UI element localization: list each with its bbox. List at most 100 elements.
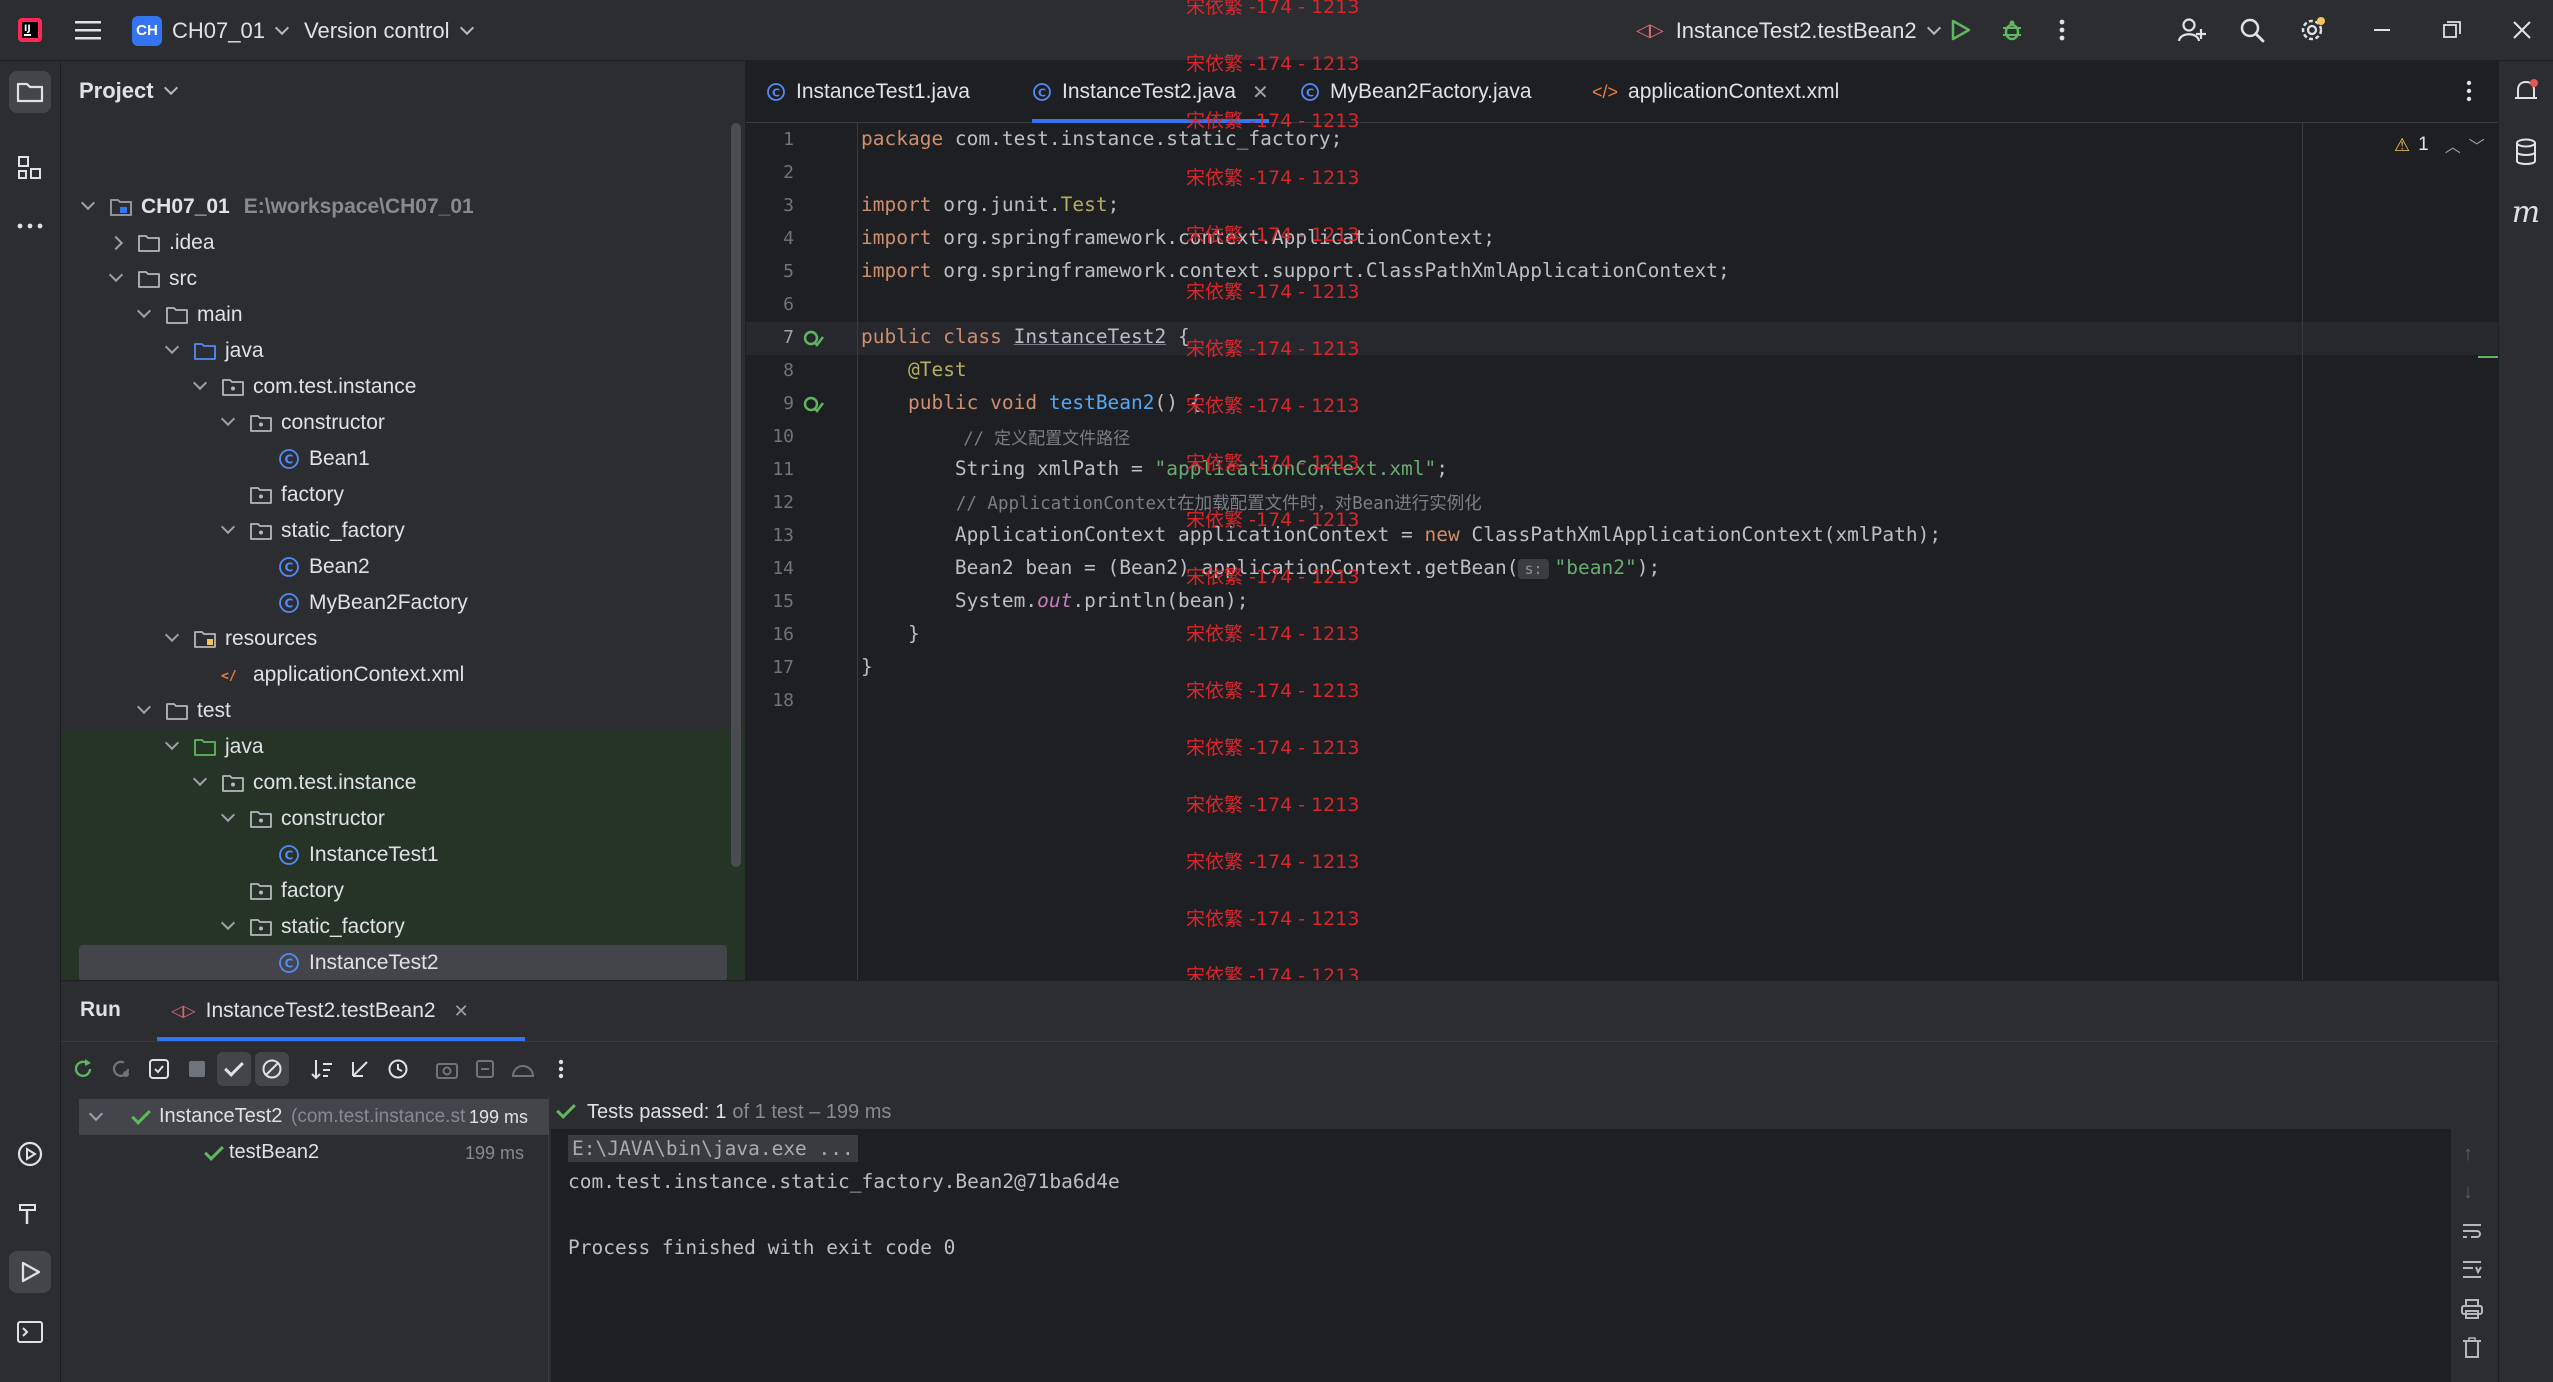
chevron-down-icon[interactable] — [220, 807, 236, 823]
tree-item-factory[interactable]: factory — [61, 873, 745, 909]
chevron-down-icon[interactable] — [220, 411, 236, 427]
inspection-widget[interactable]: ⚠ 1 ︿ ﹀ — [2394, 133, 2485, 157]
minimize-icon[interactable] — [2366, 14, 2398, 46]
scroll-to-end-icon[interactable] — [2461, 1259, 2483, 1284]
run-tool-icon[interactable] — [9, 1251, 51, 1293]
clear-all-icon[interactable] — [2462, 1337, 2482, 1364]
tree-item-src[interactable]: src — [61, 261, 745, 297]
tree-item-static-factory[interactable]: static_factory — [61, 909, 745, 945]
tree-item-bean1[interactable]: C Bean1 — [61, 441, 745, 477]
settings-icon[interactable] — [2296, 14, 2328, 46]
chevron-down-icon[interactable] — [136, 303, 152, 319]
chevron-down-icon[interactable] — [136, 699, 152, 715]
project-panel-header[interactable]: Project — [61, 61, 745, 121]
tree-item-mybean2factory[interactable]: C MyBean2Factory — [61, 585, 745, 621]
tree-item-instancetest1[interactable]: C InstanceTest1 — [61, 837, 745, 873]
maven-icon[interactable]: m — [2505, 191, 2547, 233]
project-selector[interactable]: CH CH07_01 — [132, 0, 290, 61]
project-folder-icon[interactable] — [9, 71, 51, 113]
chevron-down-icon[interactable] — [220, 519, 236, 535]
tab-instancetest1[interactable]: C InstanceTest1.java — [766, 61, 970, 123]
tree-item-applicationcontext-xml[interactable]: </ applicationContext.xml — [61, 657, 745, 693]
database-icon[interactable] — [2505, 131, 2547, 173]
toggle-auto-test-icon[interactable] — [142, 1052, 176, 1086]
stop-icon[interactable] — [180, 1052, 214, 1086]
tab-applicationcontext[interactable]: </> applicationContext.xml — [1592, 61, 1839, 123]
chevron-up-icon[interactable]: ︿ — [2445, 133, 2461, 157]
print-icon[interactable] — [2461, 1299, 2483, 1324]
run-icon[interactable] — [1944, 14, 1976, 46]
tree-item-ch07-01[interactable]: CH07_01 E:\workspace\CH07_01 — [61, 189, 745, 225]
tree-item-constructor[interactable]: constructor — [61, 405, 745, 441]
rerun-icon[interactable] — [66, 1052, 100, 1086]
chevron-down-icon[interactable] — [192, 375, 208, 391]
tree-item-test[interactable]: test — [61, 693, 745, 729]
chevron-down-icon[interactable] — [164, 627, 180, 643]
services-icon[interactable] — [9, 1133, 51, 1175]
version-control-menu[interactable]: Version control — [304, 0, 474, 61]
show-ignored-icon[interactable] — [255, 1052, 289, 1086]
arrow-down-icon[interactable]: ↓ — [2463, 1181, 2473, 1204]
notifications-icon[interactable] — [2505, 71, 2547, 113]
add-user-icon[interactable] — [2176, 14, 2208, 46]
hamburger-menu-icon[interactable] — [72, 14, 104, 46]
rerun-failed-icon[interactable] — [104, 1052, 138, 1086]
intellij-logo-icon[interactable]: IJ — [14, 14, 46, 46]
more-vertical-icon[interactable] — [544, 1052, 578, 1086]
tree-item-com-test-instance[interactable]: com.test.instance — [61, 369, 745, 405]
tree-item-java[interactable]: java — [61, 729, 745, 765]
terminal-icon[interactable] — [9, 1311, 51, 1353]
structure-icon[interactable] — [9, 147, 51, 189]
chevron-down-icon[interactable] — [192, 771, 208, 787]
chevron-down-icon[interactable] — [220, 915, 236, 931]
more-horizontal-icon[interactable] — [9, 205, 51, 247]
chevron-down-icon[interactable] — [108, 267, 124, 283]
test-history-icon[interactable] — [381, 1052, 415, 1086]
test-case-row[interactable]: testBean2 199 ms — [79, 1135, 549, 1171]
restore-icon[interactable] — [2436, 14, 2468, 46]
chevron-down-icon[interactable] — [80, 195, 96, 211]
project-scrollbar[interactable] — [731, 123, 741, 867]
tree-item-bean2[interactable]: C Bean2 — [61, 549, 745, 585]
debug-icon[interactable] — [1996, 14, 2028, 46]
close-tab-icon[interactable]: ✕ — [1252, 80, 1269, 105]
test-case-name: testBean2 — [229, 1141, 320, 1163]
more-vertical-icon[interactable] — [2466, 80, 2472, 107]
test-suite-row[interactable]: InstanceTest2 (com.test.instance.st 199 … — [79, 1099, 549, 1135]
more-vertical-icon[interactable] — [2046, 14, 2078, 46]
chevron-down-icon[interactable] — [164, 339, 180, 355]
tree-item-java[interactable]: java — [61, 333, 745, 369]
screenshot-icon[interactable] — [430, 1052, 464, 1086]
search-icon[interactable] — [2236, 14, 2268, 46]
chevron-down-icon[interactable] — [164, 735, 180, 751]
tree-item-factory[interactable]: factory — [61, 477, 745, 513]
sort-by-duration-icon[interactable] — [343, 1052, 377, 1086]
coverage-icon[interactable] — [506, 1052, 540, 1086]
tree-item-static-factory[interactable]: static_factory — [61, 513, 745, 549]
chevron-down-icon[interactable]: ﹀ — [2469, 133, 2485, 157]
build-icon[interactable] — [9, 1192, 51, 1234]
soft-wrap-icon[interactable] — [2461, 1221, 2483, 1246]
tree-item-instancetest2[interactable]: C InstanceTest2 — [61, 945, 745, 980]
tree-item-resources[interactable]: resources — [61, 621, 745, 657]
close-window-icon[interactable] — [2506, 14, 2538, 46]
run-tab[interactable]: ◁▷ InstanceTest2.testBean2 ✕ — [157, 981, 483, 1041]
run-test-gutter-icon[interactable] — [802, 327, 824, 354]
arrow-up-icon[interactable]: ↑ — [2463, 1143, 2473, 1166]
tree-item-label: MyBean2Factory — [309, 591, 468, 614]
watermark-text: 宋依繁 -174 - 1213 — [1186, 0, 1360, 18]
tree-item-constructor[interactable]: constructor — [61, 801, 745, 837]
tree-item-com-test-instance[interactable]: com.test.instance — [61, 765, 745, 801]
console-output[interactable]: E:\JAVA\bin\java.exe ... com.test.instan… — [551, 1129, 2498, 1382]
test-suite-time: 199 ms — [469, 1107, 529, 1127]
tree-item-idea[interactable]: .idea — [61, 225, 745, 261]
chevron-right-icon[interactable] — [108, 235, 124, 251]
import-tests-icon[interactable] — [468, 1052, 502, 1086]
code-editor[interactable]: 1 2 3 4 5 6 7 8 9 10 11 12 13 14 15 16 17 18 package com.… — [746, 123, 2498, 980]
tree-item-main[interactable]: main — [61, 297, 745, 333]
run-config-selector[interactable]: ◁▷ InstanceTest2.testBean2 — [1636, 0, 1941, 61]
show-passed-icon[interactable] — [217, 1052, 251, 1086]
run-test-gutter-icon[interactable] — [802, 393, 824, 420]
sort-alphabetically-icon[interactable] — [305, 1052, 339, 1086]
close-tab-icon[interactable]: ✕ — [454, 1001, 469, 1022]
